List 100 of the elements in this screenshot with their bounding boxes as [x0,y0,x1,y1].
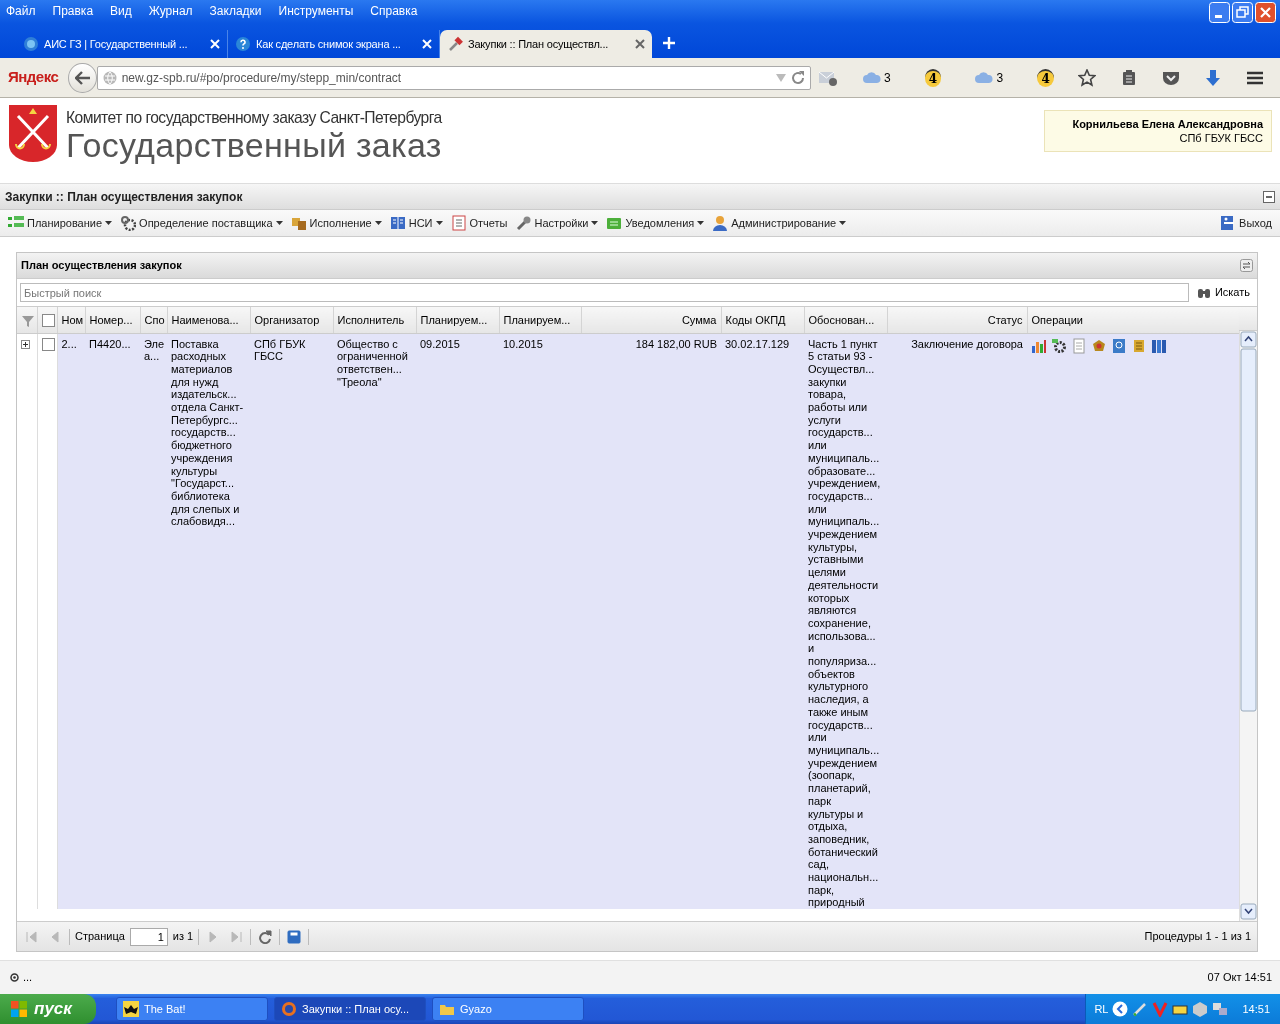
menu-item[interactable]: НСИ [385,214,447,232]
column-header[interactable]: Коды ОКПД [721,307,804,333]
clipboard-icon[interactable] [1120,68,1138,87]
checkbox[interactable] [41,314,55,328]
book-icon[interactable] [1111,337,1127,354]
taskbar-button[interactable]: Gyazo [432,997,584,1021]
network-icon[interactable] [1212,1001,1229,1017]
hammer-icon [447,36,463,52]
user-organization: СПб ГБУК ГБСС [1178,131,1263,145]
weather-button[interactable]: 3 [969,68,1010,87]
user-name: Корнильева Елена Александровна [1071,117,1263,131]
menu-item[interactable]: Определение поставщика [116,214,287,232]
column-header[interactable]: Спо [140,307,167,333]
address-field[interactable]: new.gz-spb.ru/#po/procedure/my/stepp_min/contract [96,65,811,90]
menu-item[interactable]: Администрирование [708,214,851,232]
refresh-icon[interactable] [1240,259,1253,272]
column-header[interactable]: Статус [887,307,1027,333]
table-cell: Часть 1 пункт 5 статьи 93 - Осуществл... закупки товара, работы или услуги государств... или муниципаль... образовате... учреждением, государств... или муниципаль... учреждением культуры, уставными целями деятельности которых являются сохранение, использова... и популяриза... объектов культурного наследия, а также иным государств... или муниципаль... учреждением (зоопарк, планетарий, парк культуры и отдыха, заповедник, ботанический сад, национальн... парк, природный [804,333,887,910]
status-icon [10,973,19,982]
cloud-icon [975,72,994,83]
clock: 14:51 [1242,1001,1270,1017]
notice-icon [606,215,623,231]
filter-icon[interactable] [21,313,35,328]
reload-icon[interactable] [790,70,805,85]
counter-badge[interactable]: 4 [1037,68,1054,87]
close-button[interactable] [1255,2,1276,23]
menu-item[interactable]: Вид [110,2,132,20]
record-summary: Процедуры 1 - 1 из 1 [1144,929,1251,945]
globe-icon [23,36,39,52]
logout-button[interactable]: Выход [1216,214,1276,232]
column-header[interactable]: Сумма [581,307,721,333]
menu-item[interactable]: Исполнение [286,214,386,232]
boxes-icon [290,215,307,231]
page-label: Страница [75,929,125,945]
column-header[interactable]: Ном [57,307,85,333]
checkbox[interactable] [41,338,55,352]
column-header[interactable]: Операции [1027,307,1239,333]
close-icon[interactable] [635,39,645,49]
gears-icon [120,215,137,231]
caret-icon [697,221,705,225]
menu-item[interactable]: Справка [370,2,418,20]
column-header[interactable]: Наименова... [167,307,250,333]
menu-item[interactable]: Уведомления [602,214,709,232]
windows-flag-icon [10,1000,28,1018]
page-field[interactable]: 1 [129,927,168,946]
gear-icon[interactable] [1051,337,1067,354]
column-header[interactable]: Номер... [85,307,140,333]
search-field[interactable]: Быстрый поиск [20,283,1189,302]
menu-item[interactable]: Планирование [4,214,117,232]
column-header[interactable]: Организатор [250,307,333,333]
exit-icon [1220,215,1237,231]
menu-item[interactable]: Инструменты [278,2,354,20]
language-indicator[interactable]: RL [1094,1000,1109,1018]
menu-item[interactable]: Журнал [148,2,193,20]
chart-icon[interactable] [1031,337,1047,354]
cube-icon[interactable] [1192,1001,1209,1017]
save-icon[interactable] [287,929,302,944]
column-header[interactable]: Исполнитель [333,307,416,333]
chevron-icon[interactable] [1112,1001,1129,1017]
menu-item[interactable]: Файл [6,2,36,20]
caret-icon [839,221,847,225]
counter-badge[interactable]: 4 [924,68,942,87]
taskbar-button[interactable]: The Bat! [116,997,268,1021]
back-button[interactable] [68,62,97,93]
user-icon [712,215,729,231]
restore-button[interactable] [1232,2,1253,23]
pen-icon[interactable] [1132,1001,1149,1017]
site-title: Государственный заказ [66,128,443,162]
status-time: 07 Окт 14:51 [1207,970,1272,986]
table-cell: Общество с ограниченной ответствен... "Треола" [333,333,416,910]
search-button[interactable]: Искать [1192,284,1254,301]
mail-icon[interactable] [818,69,837,86]
menu-item[interactable]: Отчеты [446,214,512,232]
new-tab-icon[interactable] [662,36,676,50]
table-cell: П4420... [85,333,140,910]
table-cell: Эле а... [140,333,167,910]
caret-icon [374,221,382,225]
browser-icon [281,1001,297,1017]
taskbar-button[interactable]: Закупки :: План осу... [274,997,426,1021]
menu-item[interactable]: Закладки [209,2,262,20]
star-icon[interactable] [1078,68,1096,87]
weather-button[interactable]: 3 [856,68,897,87]
column-header[interactable]: Планируем... [499,307,581,333]
menu-item[interactable]: Правка [52,2,94,20]
expand-icon[interactable] [21,340,30,350]
browser-tab[interactable]: Закупки :: План осуществл... [440,30,652,58]
table-cell: Заключение договора [887,333,1027,910]
collapse-icon[interactable] [1263,190,1275,203]
refresh-icon[interactable] [258,929,273,944]
minimize-button[interactable] [1209,2,1230,23]
binoculars-icon [1196,286,1211,299]
column-header[interactable]: Обоснован... [804,307,887,333]
column-header[interactable]: Планируем... [416,307,499,333]
table-cell: 30.02.17.129 [721,333,804,910]
menu-item[interactable]: Настройки [511,214,603,232]
organization-name: Комитет по государственному заказу Санкт-Петербурга [66,108,442,128]
download-icon[interactable] [1204,68,1222,87]
scroll-icon[interactable] [1131,337,1147,354]
binders-icon[interactable] [1151,337,1167,354]
scrollbar[interactable] [1239,331,1257,921]
